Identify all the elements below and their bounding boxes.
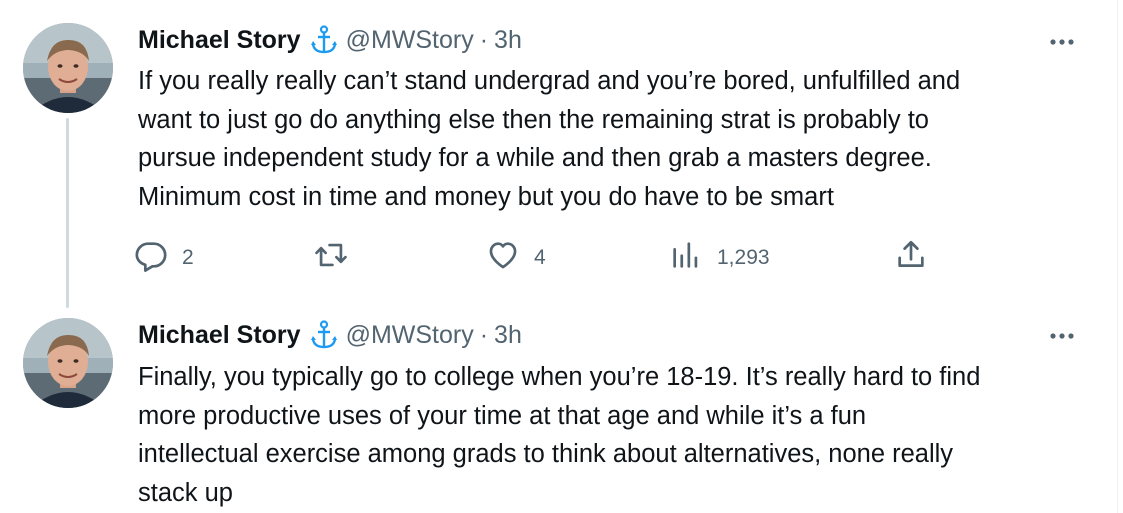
author-handle[interactable]: @MWStory: [346, 26, 474, 55]
more-icon[interactable]: [1047, 32, 1077, 52]
tweet-header: Michael Story @MWStory · 3h: [138, 23, 522, 57]
reply-icon: [134, 238, 168, 278]
like-button[interactable]: 4: [486, 236, 546, 280]
separator-dot: ·: [479, 320, 489, 349]
avatar[interactable]: [23, 318, 113, 408]
tweet-timestamp[interactable]: 3h: [494, 26, 522, 55]
retweet-icon: [314, 238, 348, 278]
reply-button[interactable]: 2: [134, 236, 194, 280]
author-name[interactable]: Michael Story: [138, 26, 301, 55]
reply-count: 2: [182, 246, 194, 269]
retweet-button[interactable]: [314, 236, 362, 280]
timeline-border: [1117, 0, 1118, 513]
more-icon[interactable]: [1047, 326, 1077, 346]
tweet-text: Finally, you typically go to college whe…: [138, 363, 981, 507]
share-icon: [894, 238, 928, 278]
tweet-text: If you really really can’t stand undergr…: [138, 67, 961, 211]
share-button[interactable]: [894, 236, 928, 280]
views-button[interactable]: 1,293: [669, 236, 770, 280]
anchor-icon: [310, 25, 338, 55]
avatar[interactable]: [23, 23, 113, 113]
tweet-header: Michael Story @MWStory · 3h: [138, 318, 522, 352]
tweet[interactable]: Michael Story @MWStory · 3h Finally, you…: [0, 300, 1117, 513]
like-count: 4: [534, 246, 546, 269]
views-count: 1,293: [717, 246, 770, 269]
tweet[interactable]: Michael Story @MWStory · 3h If you reall…: [0, 0, 1117, 300]
author-handle[interactable]: @MWStory: [346, 321, 474, 350]
anchor-icon: [310, 320, 338, 350]
separator-dot: ·: [479, 25, 489, 54]
author-name[interactable]: Michael Story: [138, 321, 301, 350]
tweet-timestamp[interactable]: 3h: [494, 321, 522, 350]
tweet-actions: 2 4 1,293: [134, 236, 934, 280]
views-icon: [669, 238, 703, 278]
like-icon: [486, 238, 520, 278]
